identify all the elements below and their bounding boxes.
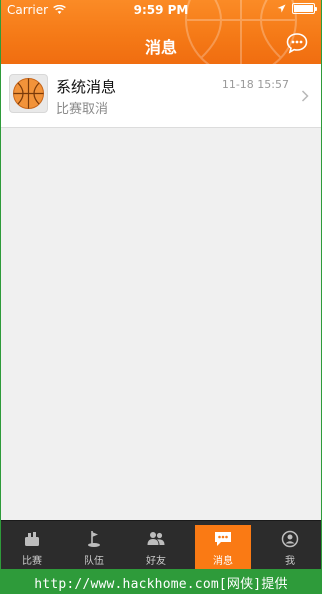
- chat-bubble-icon[interactable]: [285, 31, 309, 55]
- tab-bar: 比赛 队伍 好友 消息 我: [1, 520, 321, 569]
- tab-me[interactable]: 我: [259, 521, 321, 569]
- message-icon: [215, 532, 231, 546]
- tab-label-me: 我: [285, 556, 295, 567]
- chevron-right-icon: [301, 90, 309, 102]
- tab-friends[interactable]: 好友: [125, 521, 187, 569]
- status-right: [277, 3, 317, 14]
- message-list-item[interactable]: 系统消息 比赛取消 11-18 15:57: [1, 64, 321, 128]
- app-screen: Carrier 9:59 PM 消息 系统消息 比赛取消 11-18 15:57…: [1, 0, 321, 569]
- tab-label-friends: 好友: [146, 556, 166, 567]
- avatar: [9, 74, 48, 113]
- status-bar: Carrier 9:59 PM: [1, 0, 321, 20]
- basketball-icon: [13, 78, 44, 109]
- location-arrow-icon: [277, 4, 286, 13]
- message-timestamp: 11-18 15:57: [221, 78, 289, 91]
- friends-icon: [147, 532, 165, 545]
- match-icon: [25, 532, 39, 546]
- tab-messages[interactable]: 消息: [195, 525, 251, 569]
- watermark-bar: http://www.hackhome.com[网侠]提供: [0, 569, 322, 594]
- tab-match[interactable]: 比赛: [1, 521, 63, 569]
- tab-label-messages: 消息: [213, 556, 233, 567]
- page-title: 消息: [144, 38, 177, 57]
- status-time: 9:59 PM: [133, 3, 189, 17]
- message-title: 系统消息: [56, 78, 117, 96]
- battery-icon: [292, 3, 317, 14]
- tab-team[interactable]: 队伍: [63, 521, 125, 569]
- watermark-text: http://www.hackhome.com[网侠]提供: [34, 577, 288, 592]
- tab-label-team: 队伍: [84, 556, 104, 567]
- profile-icon: [281, 530, 299, 548]
- tab-label-match: 比赛: [22, 556, 42, 567]
- navigation-header: Carrier 9:59 PM 消息: [1, 0, 321, 64]
- message-preview: 比赛取消: [56, 102, 109, 117]
- team-flag-icon: [88, 531, 100, 547]
